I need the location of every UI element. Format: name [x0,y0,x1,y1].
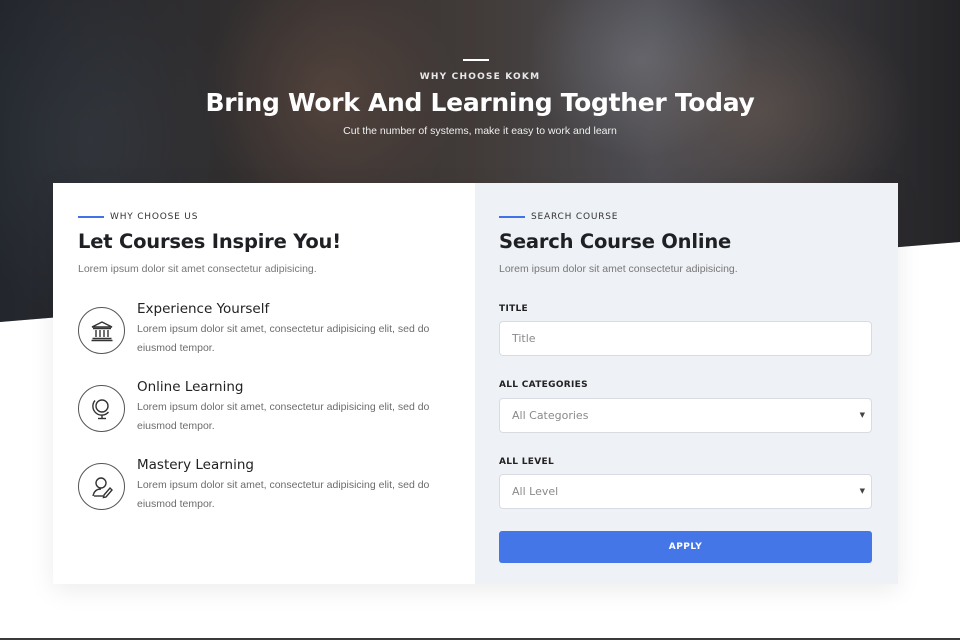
categories-selected-value: All Categories [512,409,589,422]
hero-title: Bring Work And Learning Togther Today [205,88,755,117]
feature-description: Lorem ipsum dolor sit amet, consectetur … [137,479,430,510]
feature-title: Online Learning [137,379,244,395]
eyebrow-line [78,216,104,218]
bank-icon [78,307,125,354]
why-description: Lorem ipsum dolor sit amet consectetur a… [78,263,317,275]
caret-down-icon: ▼ [859,487,865,495]
search-title: Search Course Online [499,230,732,253]
globe-icon [78,385,125,432]
search-description: Lorem ipsum dolor sit amet consectetur a… [499,263,738,275]
feature-item: Experience Yourself Lorem ipsum dolor si… [78,301,458,367]
title-input[interactable] [512,322,871,355]
caret-down-icon: ▼ [859,411,865,419]
feature-description: Lorem ipsum dolor sit amet, consectetur … [137,401,430,432]
feature-item: Mastery Learning Lorem ipsum dolor sit a… [78,457,458,523]
apply-button[interactable]: APPLY [499,531,872,563]
why-choose-panel: WHY CHOOSE US Let Courses Inspire You! L… [53,183,475,584]
user-edit-icon [78,463,125,510]
search-eyebrow: SEARCH COURSE [499,212,618,222]
feature-item: Online Learning Lorem ipsum dolor sit am… [78,379,458,445]
search-course-panel: SEARCH COURSE Search Course Online Lorem… [475,183,898,584]
level-label: ALL LEVEL [499,457,554,467]
title-label: TITLE [499,304,529,314]
hero-divider [463,59,489,61]
categories-label: ALL CATEGORIES [499,380,588,390]
why-title: Let Courses Inspire You! [78,230,341,253]
why-eyebrow: WHY CHOOSE US [78,212,198,222]
level-selected-value: All Level [512,485,559,498]
why-eyebrow-text: WHY CHOOSE US [110,212,199,222]
feature-title: Mastery Learning [137,457,254,473]
categories-select[interactable]: All Categories ▼ [499,398,872,433]
level-select[interactable]: All Level ▼ [499,474,872,509]
content-card: WHY CHOOSE US Let Courses Inspire You! L… [53,183,898,584]
eyebrow-line [499,216,525,218]
feature-title: Experience Yourself [137,301,270,317]
hero-subtitle: Cut the number of systems, make it easy … [343,125,617,137]
title-field [499,321,872,356]
search-eyebrow-text: SEARCH COURSE [531,212,619,222]
feature-description: Lorem ipsum dolor sit amet, consectetur … [137,323,430,354]
hero-eyebrow: WHY CHOOSE KOKM [419,72,541,82]
